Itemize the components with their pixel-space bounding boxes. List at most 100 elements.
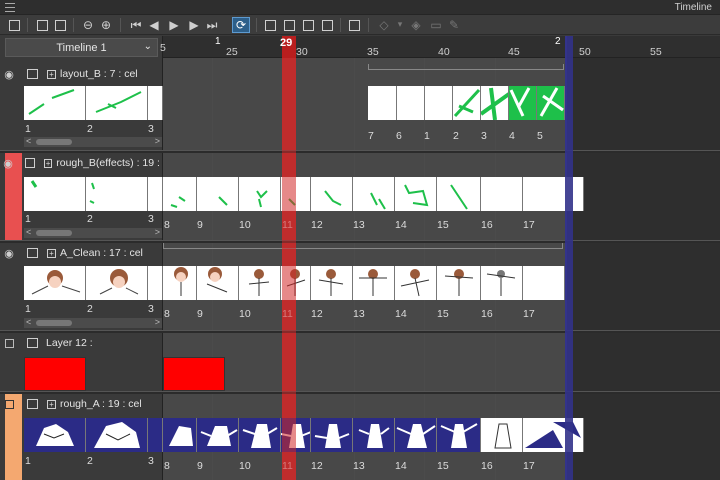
cel-thumbnail[interactable] [397, 86, 425, 120]
layer-scrollbar[interactable]: < > [24, 227, 162, 238]
layer-header-a-clean[interactable]: ◉ + A_Clean : 17 : cel [0, 243, 163, 263]
cel-thumbnail[interactable] [148, 418, 163, 452]
new-animation-folder-icon[interactable]: ◇ [376, 17, 392, 33]
specify-cel-icon[interactable] [281, 17, 297, 33]
cel-thumbnail[interactable] [24, 86, 86, 120]
playhead[interactable]: 29 [280, 36, 296, 480]
cel-thumbnail[interactable] [24, 266, 86, 300]
layer-header-layer-12[interactable]: Layer 12 : [0, 333, 163, 353]
expand-icon[interactable]: + [44, 158, 53, 168]
toolbar-divider [368, 18, 369, 32]
expand-icon[interactable]: + [47, 248, 56, 258]
cel-thumbnail[interactable] [148, 177, 163, 211]
new-timeline-icon[interactable] [6, 17, 22, 33]
cel-thumbnail[interactable] [353, 266, 395, 300]
layer-folder-icon[interactable] [319, 17, 335, 33]
cel-thumbnail[interactable] [368, 86, 397, 120]
light-table-icon[interactable]: ◈ [408, 17, 424, 33]
visibility-checkbox[interactable] [0, 394, 18, 414]
eye-icon[interactable]: ◉ [0, 243, 18, 263]
cel-thumbnail[interactable] [24, 418, 86, 452]
cel-thumbnail[interactable] [86, 177, 148, 211]
camera-work-icon[interactable] [300, 17, 316, 33]
pen-icon[interactable]: ✎ [446, 17, 462, 33]
next-frame-icon[interactable]: ▶ [186, 17, 202, 33]
cel-number: 14 [395, 460, 407, 472]
cel-number: 2 [87, 303, 93, 315]
cel-thumbnail[interactable] [395, 177, 437, 211]
cel-thumbnail[interactable] [148, 86, 163, 120]
visibility-checkbox[interactable] [0, 333, 18, 353]
expand-icon[interactable]: + [47, 69, 56, 79]
end-frame-marker[interactable] [565, 36, 573, 480]
cel-thumbnail[interactable] [481, 86, 509, 120]
eye-icon[interactable]: ◉ [0, 64, 18, 84]
loop-icon[interactable]: ⟳ [232, 17, 250, 33]
layer-scrollbar[interactable]: < > [24, 136, 162, 147]
cel-thumbnail[interactable] [197, 266, 239, 300]
layer-scrollbar[interactable]: < > [24, 317, 162, 328]
onion-skin-icon[interactable] [346, 17, 362, 33]
cel-thumbnail[interactable] [353, 418, 395, 452]
zoom-out-icon[interactable]: ⊖ [80, 17, 96, 33]
cel-thumbnail[interactable] [481, 266, 523, 300]
new-cel-icon[interactable] [262, 17, 278, 33]
layer-header-rough-b[interactable]: ◉ + rough_B(effects) : 19 : cel [0, 153, 163, 173]
first-frame-icon[interactable]: ⏮ [128, 17, 144, 33]
cel-thumbnail[interactable] [163, 177, 197, 211]
cel-thumbnail[interactable] [509, 86, 537, 120]
cel-thumbnail[interactable] [86, 86, 148, 120]
cel-thumbnail[interactable] [481, 418, 523, 452]
timeline-settings-icon[interactable] [34, 17, 50, 33]
expand-icon[interactable]: + [47, 399, 56, 409]
menu-icon[interactable] [5, 3, 15, 12]
frame-ruler[interactable]: 5 1 25 30 35 40 45 2 50 55 [160, 36, 720, 58]
prev-frame-icon[interactable]: ◀ [146, 17, 162, 33]
play-icon[interactable]: ▶ [166, 17, 182, 33]
playhead-label: 29 [280, 36, 296, 58]
layer-icon [27, 338, 38, 348]
cel-thumbnail[interactable] [437, 418, 481, 452]
cel-thumbnail[interactable] [437, 266, 481, 300]
cel-thumbnail[interactable] [353, 177, 395, 211]
cel-thumbnail[interactable] [523, 177, 584, 211]
cel-thumbnail[interactable] [395, 266, 437, 300]
cel-thumbnail[interactable] [239, 266, 281, 300]
cel-thumbnail[interactable] [24, 177, 86, 211]
cel-thumbnail[interactable] [86, 418, 148, 452]
cel-thumbnail[interactable] [281, 266, 311, 300]
cel-thumbnail[interactable] [453, 86, 481, 120]
cel-number: 8 [164, 308, 170, 320]
zoom-in-icon[interactable]: ⊕ [98, 17, 114, 33]
cel-thumbnail[interactable] [311, 177, 353, 211]
cel-thumbnail[interactable] [311, 418, 353, 452]
cel-thumbnail[interactable] [523, 266, 565, 300]
eye-icon[interactable]: ◉ [0, 153, 16, 173]
cel-thumbnail[interactable] [437, 177, 481, 211]
cel-thumbnail[interactable] [311, 266, 353, 300]
cel-thumbnail[interactable] [239, 418, 281, 452]
layer-header-layout-b[interactable]: ◉ + layout_B : 7 : cel [0, 64, 163, 84]
chevron-down-icon[interactable]: ▾ [392, 17, 408, 33]
edit-timeline-icon[interactable] [52, 17, 68, 33]
cel-thumbnail[interactable] [537, 86, 565, 120]
layer-header-rough-a[interactable]: + rough_A : 19 : cel [0, 394, 163, 414]
timeline-select[interactable]: Timeline 1 ⌄ [5, 38, 158, 57]
cel-thumbnail[interactable] [148, 266, 163, 300]
cel-thumbnail[interactable] [395, 418, 437, 452]
cel-thumbnail[interactable] [163, 266, 197, 300]
cel-thumbnail[interactable] [239, 177, 281, 211]
cel-thumbnail[interactable] [425, 86, 453, 120]
cel-thumbnail[interactable] [163, 418, 197, 452]
cel-thumbnail[interactable] [86, 266, 148, 300]
cel-thumbnail[interactable] [281, 418, 311, 452]
cel-thumbnail[interactable] [197, 418, 239, 452]
cel-thumbnail[interactable] [523, 418, 584, 452]
red-cel[interactable] [24, 357, 86, 391]
cel-thumbnail[interactable] [281, 177, 311, 211]
cel-thumbnail[interactable] [481, 177, 523, 211]
red-cel[interactable] [163, 357, 225, 391]
last-frame-icon[interactable]: ⏭ [204, 17, 220, 33]
cel-thumbnail[interactable] [197, 177, 239, 211]
copy-icon[interactable]: ▭ [428, 17, 444, 33]
